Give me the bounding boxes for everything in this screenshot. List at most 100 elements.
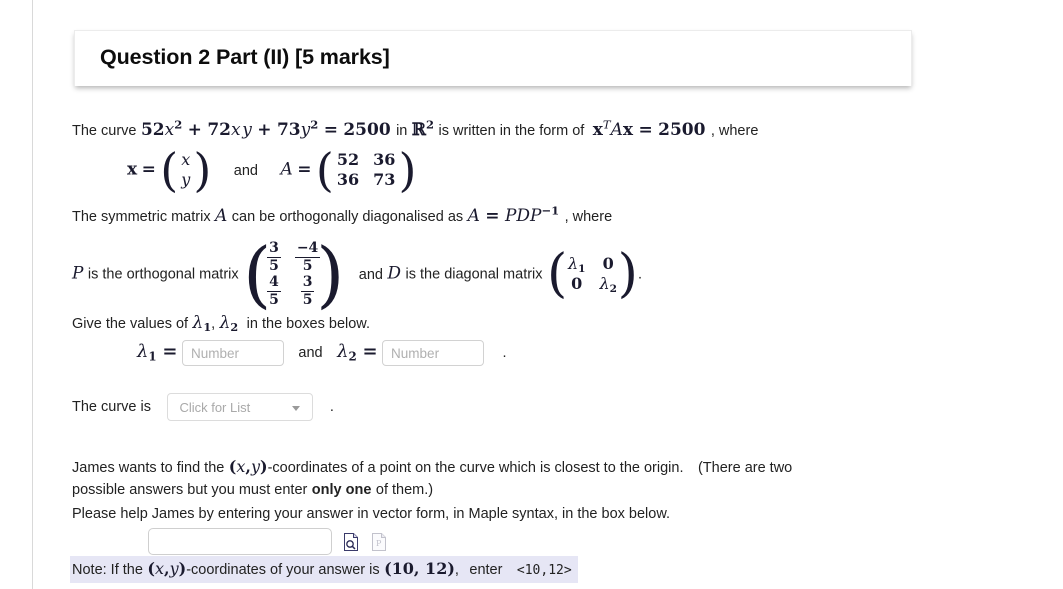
lambda1-ref: λ1 xyxy=(192,313,212,335)
exp-1: 2 xyxy=(174,117,183,132)
diagonalisation-line: The symmetric matrix A can be orthogonal… xyxy=(72,203,613,226)
matrix-A-ref: A xyxy=(215,206,228,226)
note-enter-word: enter xyxy=(469,562,503,578)
pdp-exp: −1 xyxy=(541,203,560,218)
d22-sub: 2 xyxy=(609,283,617,296)
note-syntax-example: <10,12> xyxy=(516,563,572,578)
d21-symbol: 0 xyxy=(571,274,583,294)
definitions-line: x = ( x y ) and A = ( 52 36 36 73) xyxy=(127,143,417,198)
paren-right: ) xyxy=(617,244,638,305)
and-connector-3: and xyxy=(298,345,323,362)
var-x-1: x xyxy=(164,120,175,140)
prose-p1-c: (There are two xyxy=(697,460,793,476)
curve-row-period: . xyxy=(329,399,334,416)
pdp-equals: = xyxy=(485,206,500,226)
paren-right: ) xyxy=(398,143,417,198)
prose-p1-a: James wants to find the xyxy=(72,460,225,476)
x-vector-1: x xyxy=(592,120,603,140)
plus-1: + xyxy=(187,120,202,140)
prose-p3: Please help James by entering your answe… xyxy=(72,506,671,522)
page-title: Question 2 Part (II) [5 marks] xyxy=(100,45,390,69)
line3-prefix: is the orthogonal matrix xyxy=(87,266,239,283)
coef-1: 52 xyxy=(140,120,165,140)
plus-2: + xyxy=(257,120,272,140)
prose-line-3: Please help James by entering your answe… xyxy=(72,505,670,523)
lambda-comma: , xyxy=(211,316,216,332)
lambda2-ref: λ2 xyxy=(219,313,239,335)
note-mid: -coordinates of your answer is xyxy=(186,562,380,578)
coef-3: 73 xyxy=(276,120,301,140)
pdp-rhs: PDP xyxy=(504,206,542,226)
matrix-A-symbol: A xyxy=(280,159,293,180)
paren-left: ( xyxy=(546,244,568,305)
line2-prefix: The symmetric matrix xyxy=(72,209,211,225)
line2-suffix: , where xyxy=(564,209,613,225)
d11-symbol: λ xyxy=(567,253,579,273)
var-y-3: y xyxy=(300,120,311,140)
document-disabled-icon: P xyxy=(371,532,387,551)
vector-answer-input[interactable] xyxy=(148,528,332,555)
matrix-D-symbol: D xyxy=(387,263,402,284)
matrices-PD-line: P is the orthogonal matrix ( 35 −4 5 45 3… xyxy=(72,238,642,310)
paren-left: ( xyxy=(160,143,179,198)
matrix-D-values: ( λ1 0 0 λ2 ) xyxy=(547,248,638,300)
lambda1-input-label: λ1 = xyxy=(137,341,178,364)
d12-symbol: 0 xyxy=(602,253,614,273)
note-example-point: (10, 12) xyxy=(384,559,455,578)
equals-x-def: = xyxy=(141,159,156,180)
line1-in: in xyxy=(396,123,408,139)
var-x-2: x xyxy=(230,120,241,140)
x-vector-matrix: ( x y ) xyxy=(160,143,212,198)
d11-sub: 1 xyxy=(578,262,586,275)
transpose-exp: T xyxy=(602,117,611,132)
document-search-icon[interactable] xyxy=(343,532,359,551)
lambda2-input-label: λ2 = xyxy=(337,341,378,364)
curve-is-label: The curve is xyxy=(72,399,151,416)
line1-mid: is written in the form of xyxy=(438,123,585,139)
curve-type-row: The curve is Click for List . xyxy=(72,393,334,421)
y-component: y xyxy=(181,170,191,190)
field-exp: 2 xyxy=(425,117,435,132)
matrix-A-inline: A xyxy=(610,120,623,140)
coef-2: 72 xyxy=(207,120,231,140)
p22-fraction: 35 xyxy=(300,274,315,309)
answer-row: P xyxy=(148,528,387,555)
equals-2: = xyxy=(638,120,653,140)
matrix-A-values: ( 52 36 36 73 ) xyxy=(315,143,417,198)
line2-mid: can be orthogonally diagonalised as xyxy=(231,209,464,225)
xy-coordinates-1: (x,y) xyxy=(228,457,268,476)
matrix-P-symbol: P xyxy=(72,263,84,284)
lambda2-input[interactable] xyxy=(382,340,485,366)
quadratic-form-expression: xTAx = 2500 xyxy=(592,117,711,140)
x-component: x xyxy=(181,150,191,169)
line4-suffix: in the boxes below. xyxy=(246,316,370,332)
pdp-lhs: A xyxy=(467,206,480,226)
x-vector-2: x xyxy=(622,120,634,140)
a11: 52 xyxy=(336,150,360,169)
line1-prefix: The curve xyxy=(72,123,137,139)
xy-coordinates-2: (x,y) xyxy=(147,559,187,578)
rhs-2500: 2500 xyxy=(343,120,391,140)
give-values-line: Give the values of λ1, λ2 in the boxes b… xyxy=(72,313,370,333)
paren-right: ) xyxy=(193,143,212,198)
note-highlight: Note: If the (x,y)-coordinates of your a… xyxy=(70,556,578,583)
a12: 36 xyxy=(373,150,396,169)
lambda1-input[interactable] xyxy=(181,340,284,366)
paren-left: ( xyxy=(315,143,334,198)
curve-type-dropdown[interactable]: Click for List xyxy=(167,393,314,421)
note-comma: , xyxy=(454,562,459,578)
question-header-card: Question 2 Part (II) [5 marks] xyxy=(74,30,912,86)
page-left-rule xyxy=(32,0,33,589)
d22-symbol: λ xyxy=(599,274,610,294)
equals-A-def: = xyxy=(297,159,312,180)
lambda-row-period: . xyxy=(502,345,507,362)
and-connector-1: and xyxy=(233,162,258,179)
matrix-P-values: ( 35 −4 5 45 35 ) xyxy=(243,238,344,310)
line4-prefix: Give the values of xyxy=(72,316,189,332)
a21: 36 xyxy=(336,170,360,190)
exp-3: 2 xyxy=(310,117,319,132)
equals-1: = xyxy=(323,120,338,140)
pdp-equation: A = PDP−1 xyxy=(467,203,565,226)
prose-p1-b: -coordinates of a point on the curve whi… xyxy=(267,460,684,476)
line1-suffix: , where xyxy=(710,123,759,139)
